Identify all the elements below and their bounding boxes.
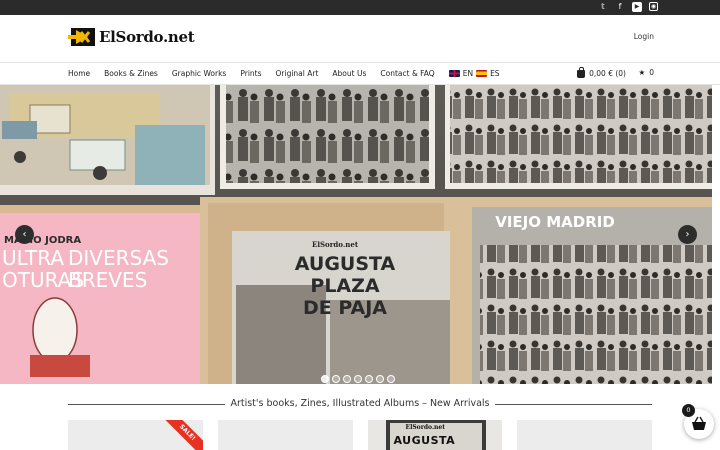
product-logo: ElSordo.net (405, 424, 445, 431)
social-links: 𝕥 f ▶ ◉ (598, 2, 658, 12)
slide-title-line-3: DE PAJA (303, 297, 387, 319)
top-bar: 𝕥 f ▶ ◉ (0, 0, 720, 15)
star-icon: ★ (638, 68, 646, 77)
site-header: ElSordo.net Login (0, 15, 720, 63)
slider-dot[interactable] (321, 375, 329, 383)
main-nav: Home Books & Zines Graphic Works Prints … (0, 64, 720, 85)
slider-next-button[interactable]: › (678, 225, 697, 244)
wishlist-link[interactable]: ★ 0 (638, 68, 654, 77)
floating-cart-count: 0 (682, 404, 695, 417)
slider-dots (321, 375, 395, 383)
site-logo[interactable]: ElSordo.net (68, 27, 195, 47)
slide-image: ElSordo.net AUGUSTA PLAZA DE PAJA VIEJO … (0, 85, 712, 384)
slider-dot[interactable] (387, 375, 395, 383)
language-switcher: EN ES (448, 69, 500, 78)
shopping-bag-icon (577, 66, 586, 78)
sale-badge: SALE! (162, 420, 203, 450)
svg-text:ElSordo.net: ElSordo.net (312, 240, 359, 249)
lang-en[interactable]: EN (463, 69, 473, 78)
uk-flag-icon (448, 70, 460, 77)
nav-item-books-zines[interactable]: Books & Zines (104, 69, 158, 78)
logo-text: ElSordo.net (99, 28, 195, 46)
slide-title-line-2: PLAZA (310, 275, 380, 297)
product-card[interactable] (217, 420, 353, 450)
twitter-icon[interactable]: 𝕥 (598, 2, 608, 12)
nav-item-graphic-works[interactable]: Graphic Works (172, 69, 227, 78)
product-card[interactable]: ElSordo.net AUGUSTA (367, 420, 503, 450)
nav-item-original-art[interactable]: Original Art (276, 69, 319, 78)
slider-dot[interactable] (332, 375, 340, 383)
product-card[interactable]: SALE! (68, 420, 203, 450)
nav-item-home[interactable]: Home (68, 69, 90, 78)
slider-dot[interactable] (354, 375, 362, 383)
logo-mark-icon (68, 28, 95, 46)
slide-title-ultra: ULTRA (2, 246, 64, 270)
slider-prev-button[interactable]: ‹ (15, 225, 34, 244)
slider-dot[interactable] (365, 375, 373, 383)
nav-item-prints[interactable]: Prints (240, 69, 261, 78)
facebook-icon[interactable]: f (615, 2, 625, 12)
hero-slider[interactable]: ElSordo.net AUGUSTA PLAZA DE PAJA VIEJO … (0, 85, 712, 384)
cart-link[interactable]: 0,00 € (0) (577, 66, 626, 78)
slider-dot[interactable] (343, 375, 351, 383)
slide-title-line-1: AUGUSTA (295, 253, 396, 275)
nav-item-about-us[interactable]: About Us (332, 69, 366, 78)
product-cover-title: AUGUSTA (393, 434, 456, 447)
slide-title-breves: BREVES (68, 268, 147, 292)
slide-title-diversas: DIVERSAS (68, 246, 169, 270)
slide-title-viejo-madrid: VIEJO MADRID (495, 213, 615, 231)
product-card[interactable] (517, 420, 652, 450)
new-arrivals-heading: Artist's books, Zines, Illustrated Album… (68, 396, 652, 412)
spain-flag-icon (476, 70, 488, 77)
youtube-icon[interactable]: ▶ (632, 2, 642, 12)
section-title: Artist's books, Zines, Illustrated Album… (225, 398, 495, 409)
cart-total: 0,00 € (0) (589, 69, 626, 78)
wishlist-count: 0 (649, 68, 654, 77)
slider-dot[interactable] (376, 375, 384, 383)
login-link[interactable]: Login (634, 32, 654, 41)
instagram-icon[interactable]: ◉ (649, 2, 658, 11)
lang-es[interactable]: ES (490, 69, 500, 78)
nav-item-contact-faq[interactable]: Contact & FAQ (380, 69, 434, 78)
product-grid: SALE! ElSordo.net AUGUSTA (68, 420, 652, 450)
